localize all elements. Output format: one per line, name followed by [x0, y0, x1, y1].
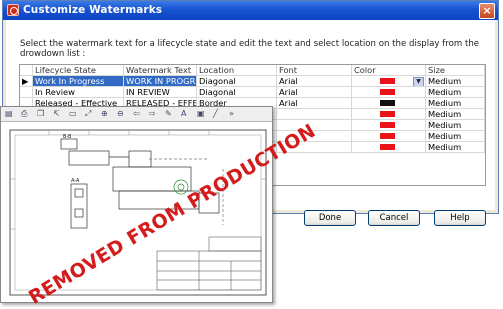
- size-cell[interactable]: Medium: [426, 131, 485, 142]
- preview-toolbar: ▤ ⎙ ❐ ↸ ▭ ⤢ ⊕ ⊖ ⇦ ⇨ ✎ A ▣ ╱ »: [1, 107, 272, 122]
- row-marker-header: [20, 65, 33, 76]
- column-header-location[interactable]: Location: [197, 65, 277, 76]
- column-header-color[interactable]: Color: [352, 65, 426, 76]
- watermark-text-cell[interactable]: WORK IN PROGR...: [124, 76, 197, 87]
- grid-header-row: Lifecycle State Watermark Text Location …: [20, 65, 485, 76]
- column-header-watermark-text[interactable]: Watermark Text: [124, 65, 197, 76]
- lifecycle-state-cell[interactable]: Work In Progress: [33, 76, 124, 87]
- forward-icon[interactable]: ⇨: [149, 109, 156, 119]
- zoom-out-icon[interactable]: ⊖: [117, 109, 124, 119]
- done-button[interactable]: Done: [304, 210, 356, 226]
- view-label-top: B-B: [63, 134, 72, 140]
- font-cell[interactable]: [277, 120, 352, 131]
- back-icon[interactable]: ⇦: [133, 109, 140, 119]
- color-swatch: [380, 122, 395, 128]
- location-cell[interactable]: Diagonal: [197, 76, 277, 87]
- color-cell[interactable]: [352, 98, 426, 109]
- more-icon[interactable]: »: [229, 109, 234, 119]
- line-icon[interactable]: ╱: [213, 109, 218, 119]
- color-swatch: [380, 78, 395, 84]
- view-label-middle: A-A: [71, 178, 80, 184]
- font-cell[interactable]: Arial: [277, 98, 352, 109]
- save-icon[interactable]: ▤: [5, 109, 13, 119]
- color-swatch: [380, 133, 395, 139]
- color-cell[interactable]: [352, 131, 426, 142]
- instruction-text: Select the watermark text for a lifecycl…: [20, 39, 480, 59]
- size-cell[interactable]: Medium: [426, 98, 485, 109]
- row-marker[interactable]: [20, 87, 33, 98]
- column-header-font[interactable]: Font: [277, 65, 352, 76]
- color-swatch: [380, 111, 395, 117]
- stamp-icon[interactable]: ▣: [197, 109, 205, 119]
- font-cell[interactable]: Arial: [277, 87, 352, 98]
- color-swatch: [380, 144, 395, 150]
- text-icon[interactable]: A: [181, 109, 186, 119]
- size-cell[interactable]: Medium: [426, 120, 485, 131]
- column-header-lifecycle-state[interactable]: Lifecycle State: [33, 65, 124, 76]
- sheet-border: [9, 129, 267, 296]
- row-marker[interactable]: ▶: [20, 76, 33, 87]
- table-row[interactable]: ▶ Work In Progress WORK IN PROGR... Diagona…: [20, 76, 485, 87]
- title-bar[interactable]: Customize Watermarks ×: [3, 1, 498, 20]
- size-cell[interactable]: Medium: [426, 76, 485, 87]
- column-header-size[interactable]: Size: [426, 65, 485, 76]
- color-swatch: [380, 89, 395, 95]
- select-icon[interactable]: ▭: [69, 109, 77, 119]
- drawing-sheet: B-B A-A: [9, 129, 267, 296]
- location-cell[interactable]: Diagonal: [197, 87, 277, 98]
- window-title: Customize Watermarks: [23, 4, 163, 16]
- color-cell[interactable]: [352, 87, 426, 98]
- watermark-preview-window: ▤ ⎙ ❐ ↸ ▭ ⤢ ⊕ ⊖ ⇦ ⇨ ✎ A ▣ ╱ » B-B A-A REM…: [0, 106, 320, 309]
- color-dropdown-arrow[interactable]: ▼: [413, 77, 424, 86]
- help-button[interactable]: Help: [434, 210, 486, 226]
- color-cell[interactable]: [352, 142, 426, 153]
- watermark-text-cell[interactable]: IN REVIEW: [124, 87, 197, 98]
- pen-icon[interactable]: ✎: [165, 109, 172, 119]
- cancel-button[interactable]: Cancel: [368, 210, 420, 226]
- copy-icon[interactable]: ❐: [37, 109, 44, 119]
- size-cell[interactable]: Medium: [426, 142, 485, 153]
- zoom-fit-icon[interactable]: ⤢: [85, 109, 91, 119]
- color-cell[interactable]: [352, 120, 426, 131]
- app-icon: [7, 4, 19, 16]
- table-row[interactable]: In Review IN REVIEW Diagonal Arial Medium: [20, 87, 485, 98]
- zoom-in-icon[interactable]: ⊕: [101, 109, 108, 119]
- color-cell[interactable]: [352, 109, 426, 120]
- print-icon[interactable]: ⎙: [21, 109, 27, 119]
- pointer-icon[interactable]: ↸: [53, 109, 60, 119]
- size-cell[interactable]: Medium: [426, 109, 485, 120]
- color-cell[interactable]: ▼: [352, 76, 426, 87]
- close-button[interactable]: ×: [479, 3, 495, 19]
- font-cell[interactable]: Arial: [277, 76, 352, 87]
- color-swatch: [380, 100, 395, 106]
- size-cell[interactable]: Medium: [426, 87, 485, 98]
- lifecycle-state-cell[interactable]: In Review: [33, 87, 124, 98]
- font-cell[interactable]: [277, 109, 352, 120]
